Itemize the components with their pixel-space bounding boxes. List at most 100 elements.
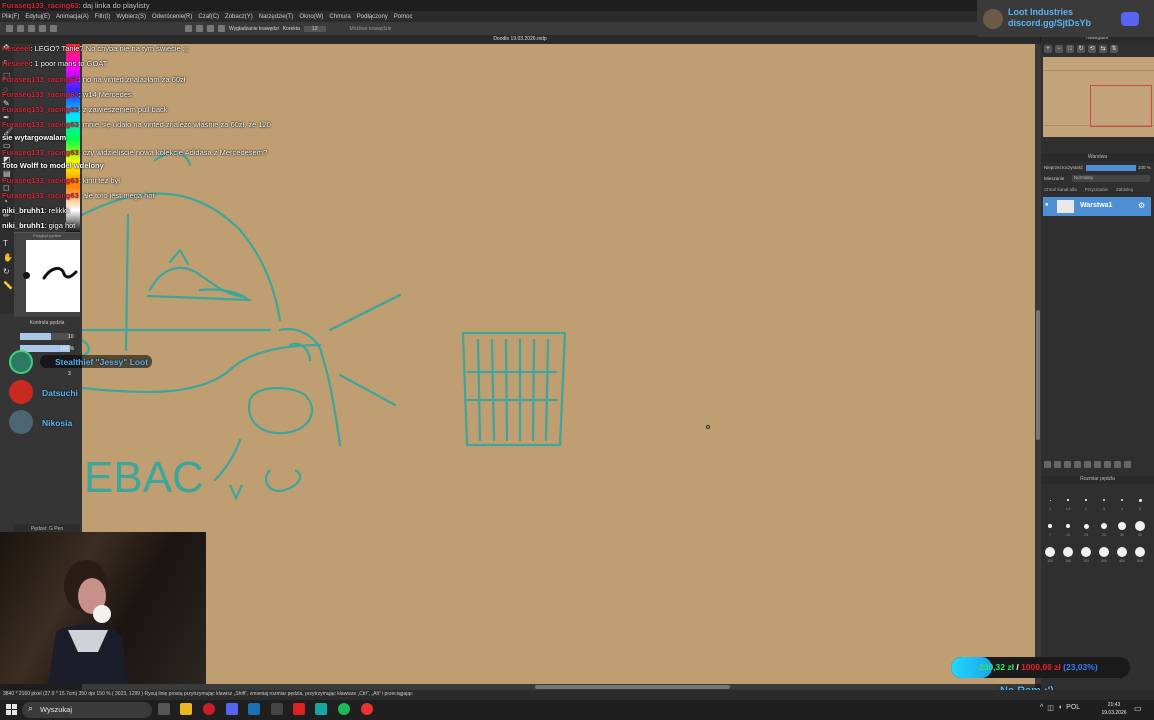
brush-size-label: 40 [1138,533,1142,537]
brush-size-label: 20 [1102,533,1106,537]
participant-name-2: Datsuchi [42,388,78,398]
rotate-tool-icon[interactable]: ↻ [3,268,11,276]
correction-value[interactable]: 13 [303,25,326,32]
brush-size-option[interactable] [1103,499,1105,501]
volume-icon[interactable]: ◖ [1058,704,1062,712]
merge-down-icon[interactable] [1074,461,1081,468]
new-layer-icon[interactable] [1044,461,1051,468]
hand-icon[interactable]: ✋ [3,254,13,262]
brush-size-option[interactable] [1101,523,1107,529]
brush-size-label: 100 [1047,559,1053,563]
rotate-view-icon[interactable]: ↻ [1077,45,1085,53]
notification-icon[interactable]: ▭ [1134,704,1142,713]
layer-name: Warstwa1 [1080,202,1113,209]
brush-size-option[interactable] [1048,524,1052,528]
zoom-in-icon[interactable]: + [1044,45,1052,53]
zoom-fit-icon[interactable]: □ [1066,45,1074,53]
clip-studio-icon[interactable] [315,703,327,715]
chat-text: : ale toto jest mega hot [78,191,155,200]
layer-opacity-slider[interactable] [1086,165,1136,171]
spotify-icon[interactable] [338,703,350,715]
new-vector-layer-icon[interactable] [1054,461,1061,468]
brush-size-option[interactable] [1067,499,1069,501]
brush-size-option[interactable] [1081,547,1091,557]
brush-size-option[interactable] [1135,521,1145,531]
brush-size-label: 4 [1121,507,1123,511]
blend-mode-select[interactable]: Normalny [1072,175,1150,182]
brush-size-label: 150 [1065,559,1071,563]
brush-size-option[interactable] [1083,523,1089,529]
brush-stroke-preview [42,267,78,280]
chat-message: Furaseq133_racing63: w14 Mercedes [2,90,132,99]
chat-username: Furaseq133_racing63 [2,90,79,99]
language-indicator[interactable]: POL [1066,704,1080,712]
vertical-scrollbar-thumb[interactable] [1036,310,1040,440]
goal-target: 1000,00 zł [1021,662,1061,672]
task-view-icon[interactable] [158,703,170,715]
layer-settings-icon[interactable] [1114,461,1121,468]
folder-icon[interactable] [1084,461,1091,468]
chat-message: Furaseq133_racing63: ale toto jest mega … [2,191,155,200]
trash-icon[interactable] [1124,461,1131,468]
participant-avatar-1 [9,350,33,374]
menu-item-window[interactable]: Okno(W) [299,14,323,20]
lock-option[interactable]: Zablokuj [1116,187,1133,192]
brush-size-option[interactable] [1118,522,1126,530]
brush-size-option[interactable] [1045,547,1055,557]
steam-icon[interactable] [248,703,260,715]
copy-icon[interactable] [1104,461,1111,468]
opera-icon[interactable] [203,703,215,715]
chrome-icon[interactable] [361,703,373,715]
chat-message: niki_bruhh1: relikkk [2,206,70,215]
file-explorer-icon[interactable] [180,703,192,715]
discord-taskbar-icon[interactable] [226,703,238,715]
chat-text: Toto Wolff to model wdelony [2,161,104,170]
system-tray: ^ ◫ ◖ POL [1040,704,1080,712]
brush-size-option[interactable] [1085,499,1087,501]
menu-item-help[interactable]: Pomoc [394,14,413,20]
network-icon[interactable]: ◫ [1047,704,1054,712]
media-icon[interactable] [293,703,305,715]
chat-message: Furaseq133_racing63: kimi tez był [2,176,120,185]
clipping-option[interactable]: Przycinanie [1085,187,1108,192]
chat-message: Furaseq133_racing63: z zawieszeniem pull… [2,105,168,114]
brush-size-option[interactable] [1117,547,1127,557]
chat-message: Heseeei: LEGO? Tanie? No chyba nie na ty… [2,44,189,53]
brush-size-option[interactable] [1066,524,1070,528]
taskbar-clock[interactable]: 21:43 19.03.2026 [1100,701,1128,717]
brush-size-label: 10 [1066,533,1070,537]
flip-horizontal-icon[interactable]: ⇆ [1099,45,1107,53]
menu-item-connected[interactable]: Podłączony [357,14,388,20]
chat-text: : no na vinted znalazłam za 60zł [78,75,186,84]
layer-panel-title: Warstwa [1041,154,1154,162]
brush-size-option[interactable] [1063,547,1073,557]
zoom-out-icon[interactable]: − [1055,45,1063,53]
duplicate-layer-icon[interactable] [1064,461,1071,468]
edge-option-label[interactable]: Możliwe krawędzie [350,26,392,32]
reset-view-icon[interactable]: ⟲ [1088,45,1096,53]
navigator-viewport-frame[interactable] [1090,85,1152,127]
chat-text: : kimi tez był [78,176,120,185]
chevron-up-icon[interactable]: ^ [1040,704,1043,712]
chat-username: Furaseq133_racing63 [2,120,79,129]
blend-mode-label: Mieszanie [1044,176,1065,181]
text-tool-icon[interactable]: T [3,240,11,248]
mask-icon[interactable] [1094,461,1101,468]
obs-icon[interactable] [271,703,283,715]
menu-item-cloud[interactable]: Chmura [329,14,350,20]
windows-start-icon[interactable] [6,704,17,715]
brush-size-option[interactable] [1135,547,1145,557]
brush-size-option[interactable] [1049,499,1051,501]
protect-alpha-option[interactable]: Chroń kanał alfa [1044,187,1077,192]
chat-text: : z zawieszeniem pull back [78,105,168,114]
brush-size-option[interactable] [1138,498,1142,502]
eye-icon[interactable]: ● [1045,202,1049,208]
horizontal-scrollbar-thumb[interactable] [535,685,730,689]
ruler-icon[interactable]: 📏 [3,282,13,290]
flip-vertical-icon[interactable]: ⇅ [1110,45,1118,53]
brush-size-slider[interactable] [20,333,70,340]
brush-size-label: 300 [1101,559,1107,563]
brush-size-option[interactable] [1099,547,1109,557]
layer-opacity-label: Nieprzezroczystość [1044,165,1084,170]
gear-icon[interactable]: ⚙ [1138,201,1145,210]
